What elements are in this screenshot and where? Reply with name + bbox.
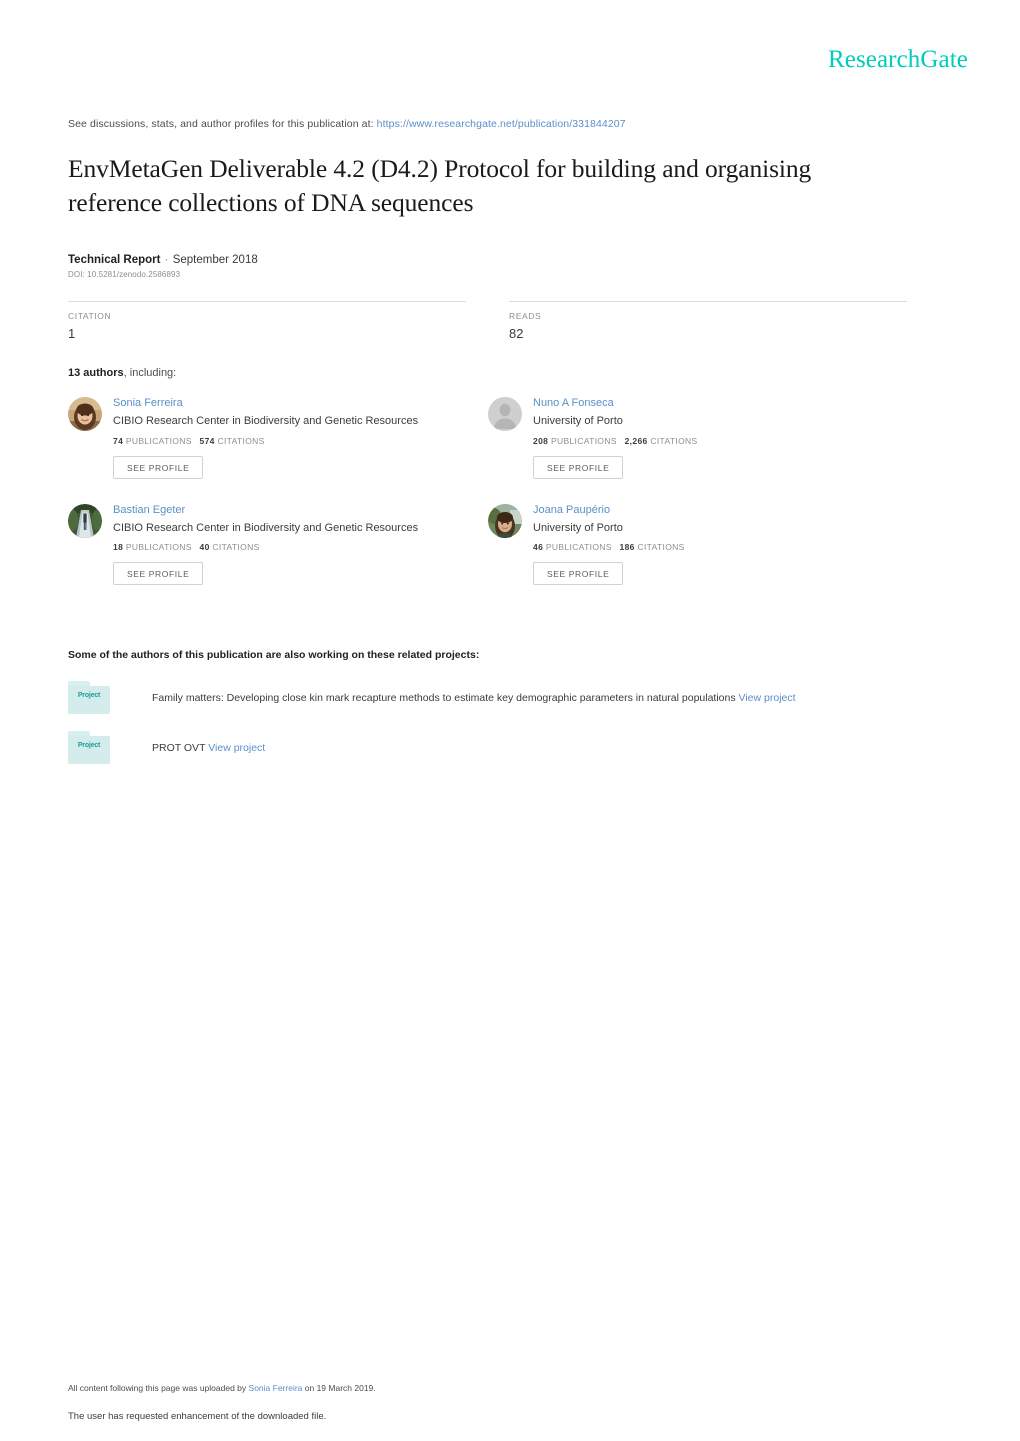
researchgate-wordmark: ResearchGate <box>827 46 968 73</box>
author-card: Nuno A Fonseca University of Porto 208 P… <box>488 396 908 479</box>
author-publications-count: 208 <box>533 435 549 446</box>
photo-avatar-icon <box>488 503 522 538</box>
project-title: Family matters: Developing close kin mar… <box>152 692 736 705</box>
publications-label: PUBLICATIONS <box>125 435 192 446</box>
footer-suffix-text: on 19 March 2019. <box>304 1383 376 1393</box>
author-card: Joana Paupério University of Porto 46 PU… <box>488 503 908 586</box>
author-info: Sonia Ferreira CIBIO Research Center in … <box>113 396 418 479</box>
project-folder-icon: Project <box>68 681 110 715</box>
project-title: PROT OVT <box>152 742 206 755</box>
stat-reads: READS 82 <box>509 301 907 341</box>
publications-label: PUBLICATIONS <box>545 542 612 553</box>
see-profile-button[interactable]: SEE PROFILE <box>533 455 624 479</box>
author-info: Bastian Egeter CIBIO Research Center in … <box>113 503 418 586</box>
project-row: Project Family matters: Developing close… <box>68 681 908 715</box>
project-text: Family matters: Developing close kin mar… <box>152 681 796 705</box>
citations-label: CITATIONS <box>637 542 685 553</box>
footer-upload-line: All content following this page was uplo… <box>68 1383 908 1393</box>
author-name-link[interactable]: Sonia Ferreira <box>113 397 418 411</box>
author-metrics: 208 PUBLICATIONS 2,266 CITATIONS <box>533 436 698 446</box>
author-card: Bastian Egeter CIBIO Research Center in … <box>68 503 488 586</box>
citations-label: CITATIONS <box>217 435 265 446</box>
authors-grid: Sonia Ferreira CIBIO Research Center in … <box>68 396 908 609</box>
page-footer: All content following this page was uplo… <box>68 1383 908 1422</box>
stat-citations: CITATION 1 <box>68 301 466 341</box>
stat-value-reads: 82 <box>509 326 524 342</box>
author-publications-count: 18 <box>113 542 124 553</box>
author-metrics: 46 PUBLICATIONS 186 CITATIONS <box>533 542 685 552</box>
related-projects-heading: Some of the authors of this publication … <box>68 649 480 662</box>
project-folder-icon: Project <box>68 731 110 765</box>
author-affiliation: University of Porto <box>533 415 623 428</box>
footer-uploader-link[interactable]: Sonia Ferreira <box>249 1383 303 1393</box>
author-publications-count: 46 <box>533 542 544 553</box>
author-card: Sonia Ferreira CIBIO Research Center in … <box>68 396 488 479</box>
researchgate-publication-page: ResearchGate See discussions, stats, and… <box>0 0 1020 1441</box>
researchgate-logo[interactable]: ResearchGate <box>828 46 968 74</box>
project-icon-label: Project <box>77 692 101 700</box>
publications-label: PUBLICATIONS <box>550 435 617 446</box>
publication-type: Technical Report <box>68 254 161 267</box>
publication-type-row: Technical Report · September 2018 <box>68 254 908 266</box>
stat-label-citation: CITATION <box>68 311 112 322</box>
discussions-line: See discussions, stats, and author profi… <box>68 118 908 130</box>
author-publications-count: 74 <box>113 435 124 446</box>
photo-avatar-icon <box>68 503 102 538</box>
page-content: See discussions, stats, and author profi… <box>68 118 908 781</box>
citations-label: CITATIONS <box>650 435 698 446</box>
author-name-link[interactable]: Bastian Egeter <box>113 504 418 518</box>
project-row: Project PROT OVT View project <box>68 731 908 765</box>
author-metrics: 18 PUBLICATIONS 40 CITATIONS <box>113 542 418 552</box>
stats-row: CITATION 1 READS 82 <box>68 301 908 341</box>
author-name-link[interactable]: Joana Paupério <box>533 504 685 518</box>
avatar-nuno-a-fonseca[interactable] <box>488 397 522 432</box>
author-affiliation: CIBIO Research Center in Biodiversity an… <box>113 415 419 428</box>
author-affiliation: University of Porto <box>533 521 623 534</box>
see-profile-button[interactable]: SEE PROFILE <box>113 455 204 479</box>
authors-including-text: , including: <box>123 367 177 380</box>
author-name-link[interactable]: Nuno A Fonseca <box>533 397 698 411</box>
publication-date: September 2018 <box>172 254 258 267</box>
publication-url-link[interactable]: https://www.researchgate.net/publication… <box>377 118 626 130</box>
avatar-bastian-egeter[interactable] <box>68 503 102 538</box>
page-title: EnvMetaGen Deliverable 4.2 (D4.2) Protoc… <box>68 154 812 218</box>
author-citations-count: 574 <box>199 435 215 446</box>
photo-avatar-icon <box>68 397 102 432</box>
publications-label: PUBLICATIONS <box>125 542 192 553</box>
avatar-joana-pauperio[interactable] <box>488 503 522 538</box>
view-project-link[interactable]: View project <box>739 692 796 704</box>
author-citations-count: 40 <box>199 542 210 553</box>
publication-separator: · <box>164 254 169 267</box>
project-text: PROT OVT View project <box>152 731 265 755</box>
author-metrics: 74 PUBLICATIONS 574 CITATIONS <box>113 436 418 446</box>
view-project-link[interactable]: View project <box>208 742 265 754</box>
citations-label: CITATIONS <box>212 542 260 553</box>
see-profile-button[interactable]: SEE PROFILE <box>113 562 204 586</box>
publication-doi: DOI: 10.5281/zenodo.2586893 <box>68 270 181 280</box>
author-info: Nuno A Fonseca University of Porto 208 P… <box>533 396 698 479</box>
stat-value-citation: 1 <box>68 326 76 342</box>
authors-count-line: 13 authors, including: <box>68 367 908 379</box>
author-citations-count: 186 <box>619 542 635 553</box>
placeholder-avatar-icon <box>488 397 522 432</box>
stat-label-reads: READS <box>509 311 542 322</box>
footer-prefix-text: All content following this page was uplo… <box>68 1383 247 1393</box>
author-citations-count: 2,266 <box>624 435 648 446</box>
see-profile-button[interactable]: SEE PROFILE <box>533 562 624 586</box>
author-affiliation: CIBIO Research Center in Biodiversity an… <box>113 521 419 534</box>
avatar-sonia-ferreira[interactable] <box>68 397 102 432</box>
discussions-prefix-text: See discussions, stats, and author profi… <box>68 118 374 130</box>
author-info: Joana Paupério University of Porto 46 PU… <box>533 503 685 586</box>
authors-count: 13 authors <box>68 367 124 380</box>
footer-enhancement-note: The user has requested enhancement of th… <box>68 1411 327 1422</box>
project-icon-label: Project <box>77 742 101 750</box>
